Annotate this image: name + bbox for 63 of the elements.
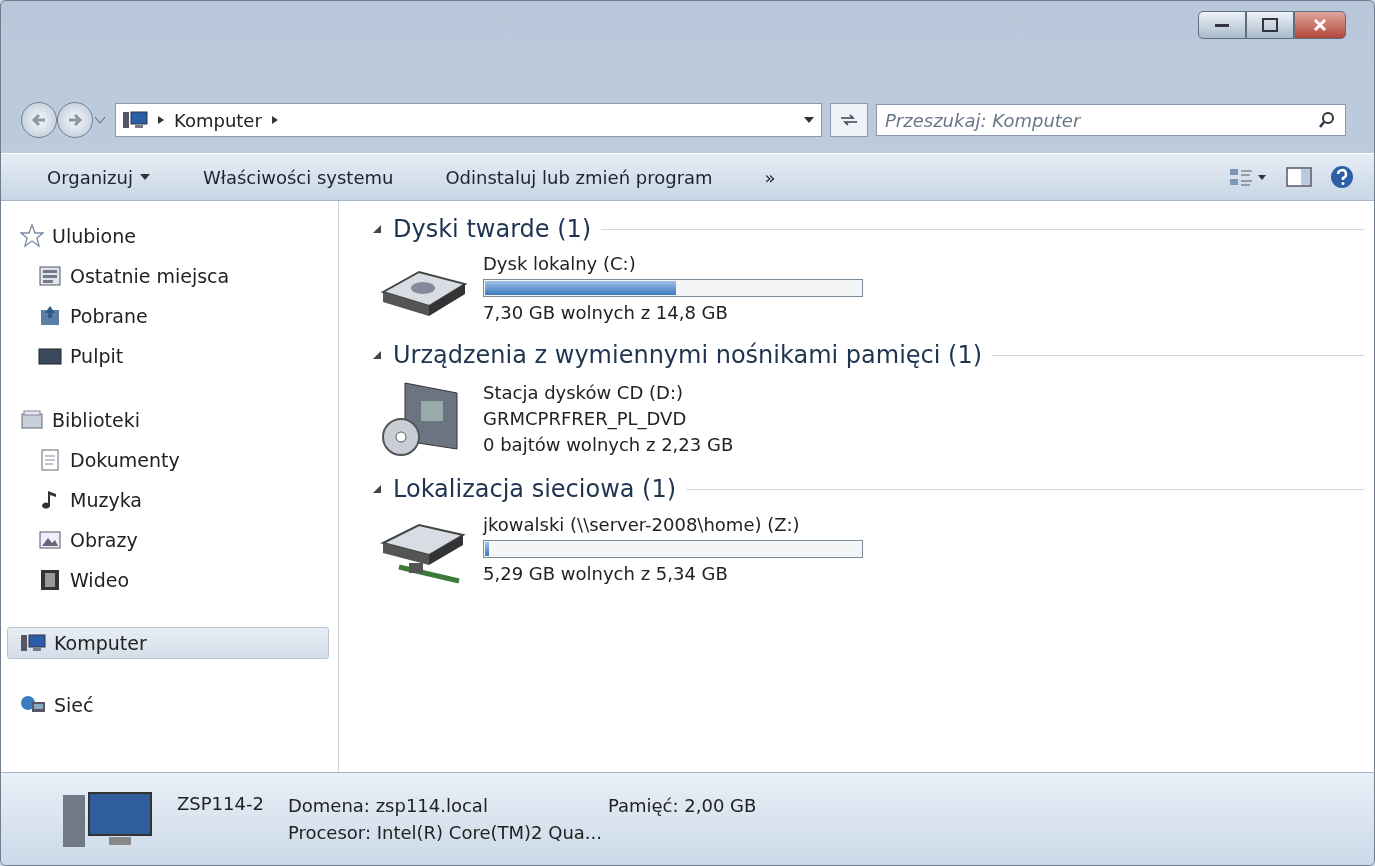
sidebar-item[interactable]: Wideo: [7, 563, 329, 597]
maximize-icon: [1262, 18, 1278, 32]
breadcrumb[interactable]: Komputer: [174, 109, 262, 131]
sidebar-item[interactable]: Ulubione: [7, 219, 329, 253]
memory-text: Pamięć: 2,00 GB: [607, 795, 757, 816]
processor-text: Procesor: Intel(R) Core(TM)2 Qua...: [287, 822, 603, 843]
list-icon: [38, 264, 62, 288]
address-bar[interactable]: Komputer: [115, 103, 822, 137]
toolbar-button[interactable]: Właściwości systemu: [197, 162, 400, 192]
refresh-button[interactable]: [830, 103, 868, 137]
chevron-icon: [269, 114, 280, 126]
back-arrow-icon: [31, 113, 47, 127]
help-icon: [1330, 165, 1354, 189]
sidebar-item[interactable]: Pobrane: [7, 299, 329, 333]
toolbar-button[interactable]: »: [758, 162, 782, 192]
library-icon: [20, 408, 44, 432]
computer-icon: [20, 632, 46, 654]
free-space-text: 5,29 GB wolnych z 5,34 GB: [483, 563, 729, 584]
sidebar-item[interactable]: Komputer: [7, 627, 329, 659]
close-button[interactable]: [1294, 11, 1346, 39]
minimize-icon: [1214, 22, 1230, 28]
view-options-icon: [1228, 167, 1268, 187]
film-icon: [38, 568, 62, 592]
search-icon: [1318, 111, 1336, 129]
star-icon: [20, 224, 44, 248]
drive-name[interactable]: Stacja dysków CD (D:): [483, 381, 734, 403]
back-button[interactable]: [21, 102, 57, 138]
search-field[interactable]: Przeszukaj: Komputer: [876, 104, 1346, 136]
free-space-text: 7,30 GB wolnych z 14,8 GB: [483, 302, 729, 323]
maximize-button[interactable]: [1246, 11, 1294, 39]
picture-icon: [38, 528, 62, 552]
group-header[interactable]: Dyski twarde (1): [393, 215, 592, 243]
toolbar-button[interactable]: Odinstaluj lub zmień program: [439, 162, 719, 192]
sidebar-item[interactable]: Ostatnie miejsca: [7, 259, 329, 293]
refresh-arrows-icon: [839, 112, 859, 128]
drive-name[interactable]: jkowalski (\\server-2008\home) (Z:): [483, 514, 863, 535]
group-header[interactable]: Lokalizacja sieciowa (1): [393, 475, 677, 503]
sidebar-item[interactable]: Pulpit: [7, 339, 329, 373]
free-space-text: 0 bajtów wolnych z 2,23 GB: [483, 433, 734, 455]
computer-icon: [61, 789, 153, 849]
computer-name: ZSP114-2: [177, 793, 264, 814]
volume-label: GRMCPRFRER_PL_DVD: [483, 407, 688, 429]
drive-name[interactable]: Dysk lokalny (C:): [483, 253, 863, 274]
document-icon: [38, 448, 62, 472]
sidebar-item[interactable]: Dokumenty: [7, 443, 329, 477]
sidebar-item[interactable]: Muzyka: [7, 483, 329, 517]
download-folder-icon: [38, 304, 62, 328]
minimize-button[interactable]: [1198, 11, 1246, 39]
domain-text: Domena: zsp114.local: [287, 795, 488, 816]
preview-pane-icon: [1286, 166, 1312, 188]
forward-button[interactable]: [57, 102, 93, 138]
close-icon: [1313, 18, 1327, 32]
menu-button[interactable]: Organizuj: [41, 162, 157, 192]
dropdown-caret-icon[interactable]: [93, 115, 107, 125]
sidebar-item[interactable]: Sieć: [7, 689, 329, 721]
dropdown-caret-icon: [139, 172, 151, 182]
forward-arrow-icon: [67, 113, 83, 127]
chevron-icon: [156, 114, 166, 126]
sidebar-item[interactable]: Obrazy: [7, 523, 329, 557]
group-header[interactable]: Urządzenia z wymiennymi nośnikami pamięci (1): [393, 341, 983, 369]
dropdown-caret-icon: [803, 115, 815, 125]
computer-icon: [122, 109, 148, 131]
sidebar-item[interactable]: Biblioteki: [7, 403, 329, 437]
